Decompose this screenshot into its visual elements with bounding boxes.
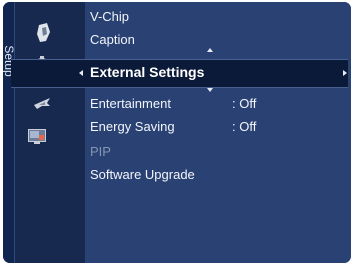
entertainment-value: : Off: [232, 96, 257, 111]
menu-item-caption[interactable]: Caption: [90, 32, 135, 48]
menu-item-v-chip[interactable]: V-Chip: [90, 9, 129, 25]
right-arrow-icon[interactable]: [343, 70, 347, 76]
pip-icon[interactable]: [28, 129, 46, 145]
left-arrow-icon[interactable]: [79, 70, 83, 76]
menu-item-external-settings[interactable]: External Settings: [90, 64, 204, 80]
v-chip-icon[interactable]: [35, 22, 53, 44]
scroll-up-arrow-icon[interactable]: [207, 48, 213, 52]
menu-item-pip: PIP: [90, 144, 111, 159]
setup-tab-strip[interactable]: Setup: [3, 2, 16, 263]
menu-item-energy-saving[interactable]: Energy Saving: [90, 119, 175, 135]
scroll-down-arrow-icon[interactable]: [207, 88, 213, 92]
menu-item-entertainment[interactable]: Entertainment: [90, 96, 171, 112]
antenna-icon[interactable]: [33, 97, 51, 111]
menu-item-software-upgrade[interactable]: Software Upgrade: [90, 167, 195, 183]
setup-menu-panel: Setup: [3, 2, 351, 263]
energy-saving-value: : Off: [232, 119, 257, 134]
